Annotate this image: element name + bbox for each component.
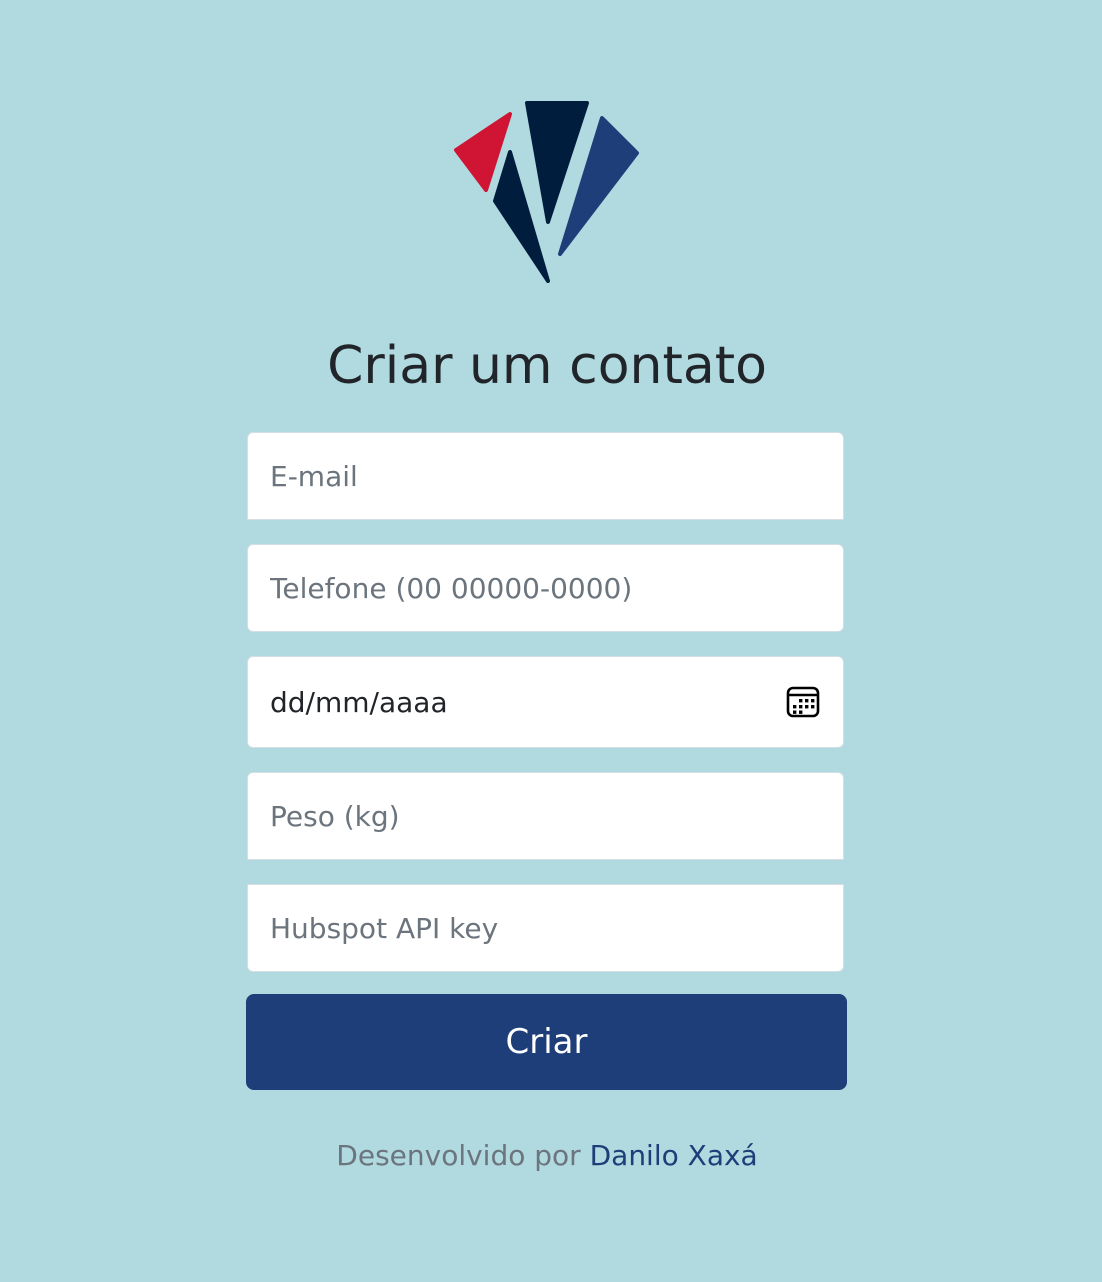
phone-field[interactable]	[247, 544, 844, 632]
page-title: Criar um contato	[327, 336, 767, 396]
author-link[interactable]: Danilo Xaxá	[590, 1139, 758, 1172]
footer-credit: Desenvolvido por Danilo Xaxá	[0, 1136, 1094, 1176]
date-placeholder: dd/mm/aaaa	[270, 685, 448, 719]
weight-field[interactable]	[247, 772, 844, 860]
email-field[interactable]	[247, 432, 844, 520]
create-button[interactable]: Criar	[246, 994, 847, 1090]
birthdate-field[interactable]: dd/mm/aaaa	[247, 656, 844, 748]
calendar-icon[interactable]	[785, 684, 821, 720]
diamond-logo-icon	[454, 101, 639, 283]
hubspot-api-key-field[interactable]	[247, 884, 844, 972]
footer-prefix: Desenvolvido por	[336, 1139, 581, 1172]
